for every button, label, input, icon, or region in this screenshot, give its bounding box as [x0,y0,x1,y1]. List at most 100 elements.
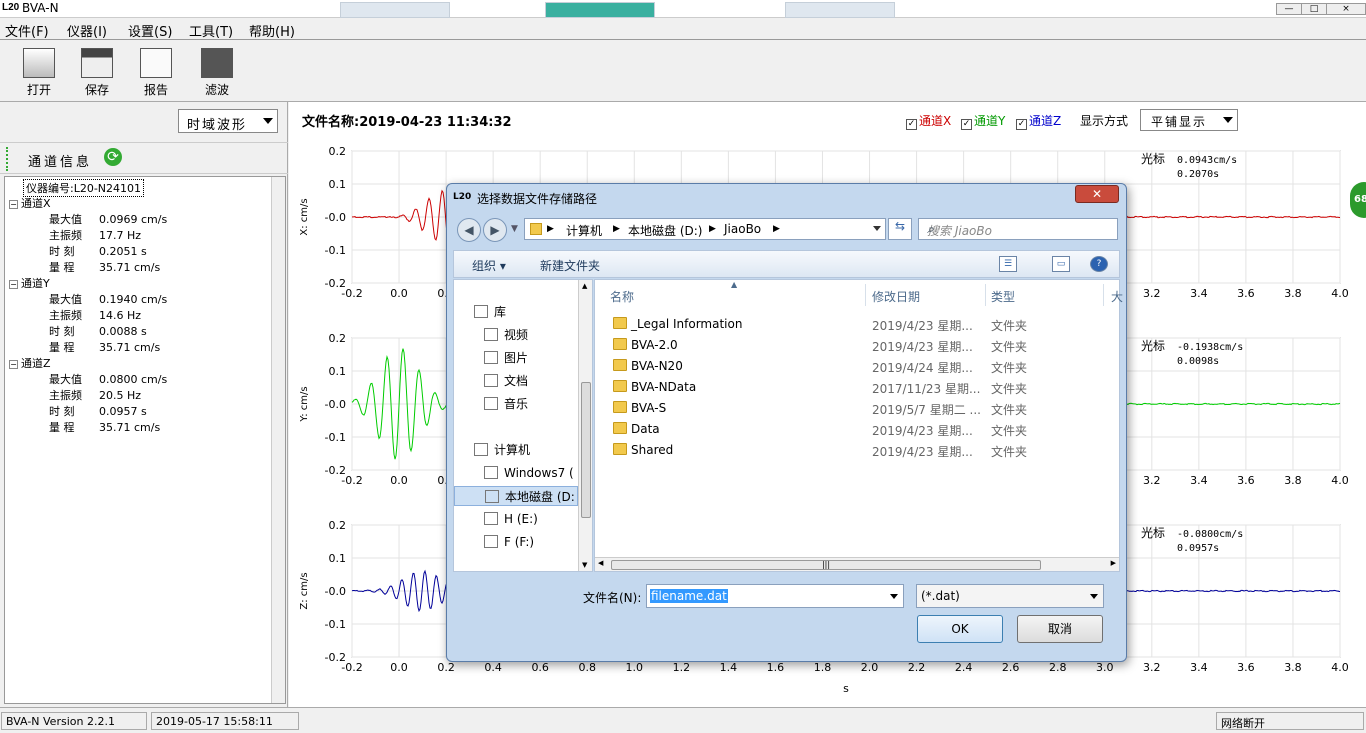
organize-button[interactable]: 组织 ▾ [472,257,506,274]
stat-value: 0.1940 cm/s [99,293,168,306]
nav-item[interactable]: 视频 [454,325,578,345]
column-type[interactable]: 类型 [991,288,1015,305]
collapse-icon[interactable]: − [9,279,18,289]
file-row[interactable]: BVA-NData 2017/11/23 星期... 文件夹 [595,377,1115,398]
nav-scroll-thumb[interactable] [581,382,591,518]
tree-channel-node[interactable]: − 通道X [9,195,51,211]
file-row[interactable]: BVA-S 2019/5/7 星期二 ... 文件夹 [595,398,1115,419]
maximize-button[interactable]: □ [1301,3,1327,15]
nav-item[interactable]: 图片 [454,348,578,368]
preview-pane-icon[interactable]: ▭ [1052,256,1070,272]
stat-key: 时 刻 [49,325,75,338]
nav-item[interactable]: 本地磁盘 (D: [454,486,578,506]
cursor-value: 0.0943cm/s [1177,155,1237,166]
x-tick-label: 3.6 [1237,661,1255,674]
nav-item[interactable]: 库 [454,302,578,322]
side-badge[interactable]: 68 [1350,182,1366,218]
background-tab[interactable] [340,2,450,18]
help-icon[interactable]: ? [1090,256,1108,272]
stat-key: 最大值 [49,373,82,386]
filter-button[interactable]: 滤波 [195,48,239,98]
background-tab[interactable] [785,2,895,18]
nav-item[interactable]: F (F:) [454,532,578,552]
open-button[interactable]: 打开 [17,48,61,98]
file-name: BVA-S [631,401,667,415]
file-row[interactable]: BVA-N20 2019/4/24 星期... 文件夹 [595,356,1115,377]
breadcrumb-folder[interactable]: JiaoBo [724,222,761,236]
close-button[interactable]: × [1326,3,1366,15]
minimize-button[interactable]: — [1276,3,1302,15]
refresh-arrows-icon[interactable]: ⇆ [888,218,912,240]
ok-button[interactable]: OK [917,615,1003,643]
filter-label: 滤波 [204,83,229,97]
chevron-down-icon[interactable] [873,226,881,231]
tree-scrollbar[interactable] [271,177,285,703]
scroll-left-icon[interactable]: ◀ [598,559,603,567]
command-bar: 组织 ▾ 新建文件夹 ☰ ▭ ? [453,250,1120,278]
scroll-down-icon[interactable]: ▼ [582,561,587,569]
nav-item[interactable]: Windows7 ( [454,463,578,483]
report-icon [140,48,172,78]
file-list-hscroll[interactable]: ◀ ||| ▶ [595,557,1119,571]
cancel-button[interactable]: 取消 [1017,615,1103,643]
nav-scrollbar[interactable]: ▲ ▼ [578,280,592,571]
save-button[interactable]: 保存 [75,48,119,98]
menu-file[interactable]: 文件(F) [5,21,49,40]
report-button[interactable]: 报告 [134,48,178,98]
menu-help[interactable]: 帮助(H) [249,21,295,40]
column-date[interactable]: 修改日期 [872,288,920,305]
breadcrumb-drive[interactable]: 本地磁盘 (D:) [628,222,702,239]
x-tick-label: 3.8 [1284,287,1302,300]
scroll-right-icon[interactable]: ▶ [1111,559,1116,567]
dialog-close-button[interactable]: ✕ [1075,185,1119,203]
tree-channel-node[interactable]: − 通道Z [9,355,51,371]
nav-item[interactable]: 文档 [454,371,578,391]
stat-key: 量 程 [49,421,75,434]
refresh-icon[interactable]: ⟳ [104,148,122,166]
filetype-select[interactable]: (*.dat) [916,584,1104,608]
file-row[interactable]: _Legal Information 2019/4/23 星期... 文件夹 [595,314,1115,335]
back-arrow-icon[interactable]: ◀ [457,218,481,242]
file-date: 2019/4/24 星期... [872,361,973,375]
x-tick-label: 3.6 [1237,287,1255,300]
nav-item[interactable]: H (E:) [454,509,578,529]
new-folder-button[interactable]: 新建文件夹 [540,257,600,274]
stat-key: 最大值 [49,213,82,226]
breadcrumb-computer[interactable]: 计算机 [566,222,602,239]
collapse-icon[interactable]: − [9,199,18,209]
column-size[interactable]: 大 [1111,288,1123,305]
history-dropdown-icon[interactable]: ▼ [511,224,518,234]
view-mode-select[interactable]: 时域波形 [178,109,278,133]
x-tick-label: 3.4 [1190,287,1208,300]
scroll-up-icon[interactable]: ▲ [582,282,587,290]
menu-instrument[interactable]: 仪器(I) [67,21,107,40]
address-bar[interactable]: ▶ 计算机 ▶ 本地磁盘 (D:) ▶ JiaoBo ▶ [524,218,886,240]
stat-value: 0.2051 s [99,245,147,258]
search-icon[interactable]: ⌕ [927,222,1111,237]
forward-arrow-icon[interactable]: ▶ [483,218,507,242]
search-input[interactable]: 搜索 JiaoBo ⌕ [918,218,1118,240]
tree-stat-row: 最大值 0.1940 cm/s [49,291,167,307]
stat-value: 14.6 Hz [99,309,142,322]
nav-item-label: F (F:) [504,535,535,549]
file-row[interactable]: BVA-2.0 2019/4/23 星期... 文件夹 [595,335,1115,356]
hscroll-thumb[interactable]: ||| [611,560,1041,570]
nav-item[interactable]: 音乐 [454,394,578,414]
collapse-icon[interactable]: − [9,359,18,369]
file-row[interactable]: Data 2019/4/23 星期... 文件夹 [595,419,1115,440]
y-tick-label: -0.1 [325,618,346,631]
tree-channel-node[interactable]: − 通道Y [9,275,50,291]
menu-settings[interactable]: 设置(S) [128,21,172,40]
chevron-down-icon[interactable] [890,594,898,599]
tree-stat-row: 量 程 35.71 cm/s [49,419,160,435]
nav-item[interactable]: 计算机 [454,440,578,460]
view-options-icon[interactable]: ☰ [999,256,1017,272]
background-tab[interactable] [545,2,655,18]
menu-tools[interactable]: 工具(T) [189,21,233,40]
nav-item-label: 音乐 [504,397,529,411]
y-tick-label: 0.2 [329,332,347,345]
filename-input[interactable]: filename.dat [646,584,904,608]
file-row[interactable]: Shared 2019/4/23 星期... 文件夹 [595,440,1115,461]
column-name[interactable]: 名称 [610,288,634,305]
stat-value: 35.71 cm/s [99,341,161,354]
